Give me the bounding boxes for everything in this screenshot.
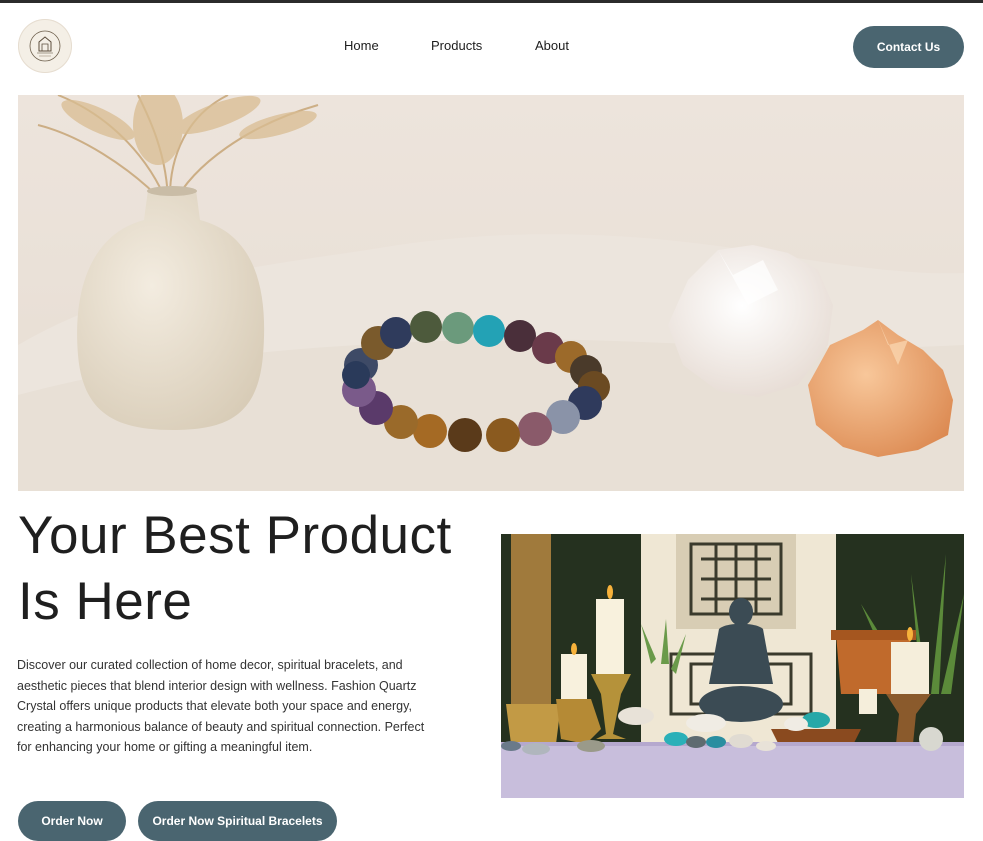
order-now-button[interactable]: Order Now xyxy=(18,801,126,841)
hero-illustration xyxy=(18,95,964,491)
page-headline: Your Best Product Is Here xyxy=(18,506,452,631)
hero-image xyxy=(18,95,964,491)
page-description: Discover our curated collection of home … xyxy=(17,658,425,754)
nav-item-home[interactable]: Home xyxy=(344,38,379,53)
nav-item-products[interactable]: Products xyxy=(431,38,482,53)
altar-illustration xyxy=(501,534,964,798)
brand-logo[interactable] xyxy=(18,19,72,73)
brand-logo-icon xyxy=(29,30,61,62)
top-border xyxy=(0,0,983,3)
nav-item-about[interactable]: About xyxy=(535,38,569,53)
altar-image xyxy=(501,534,964,798)
contact-us-button[interactable]: Contact Us xyxy=(853,26,964,68)
order-spiritual-bracelets-button[interactable]: Order Now Spiritual Bracelets xyxy=(138,801,337,841)
